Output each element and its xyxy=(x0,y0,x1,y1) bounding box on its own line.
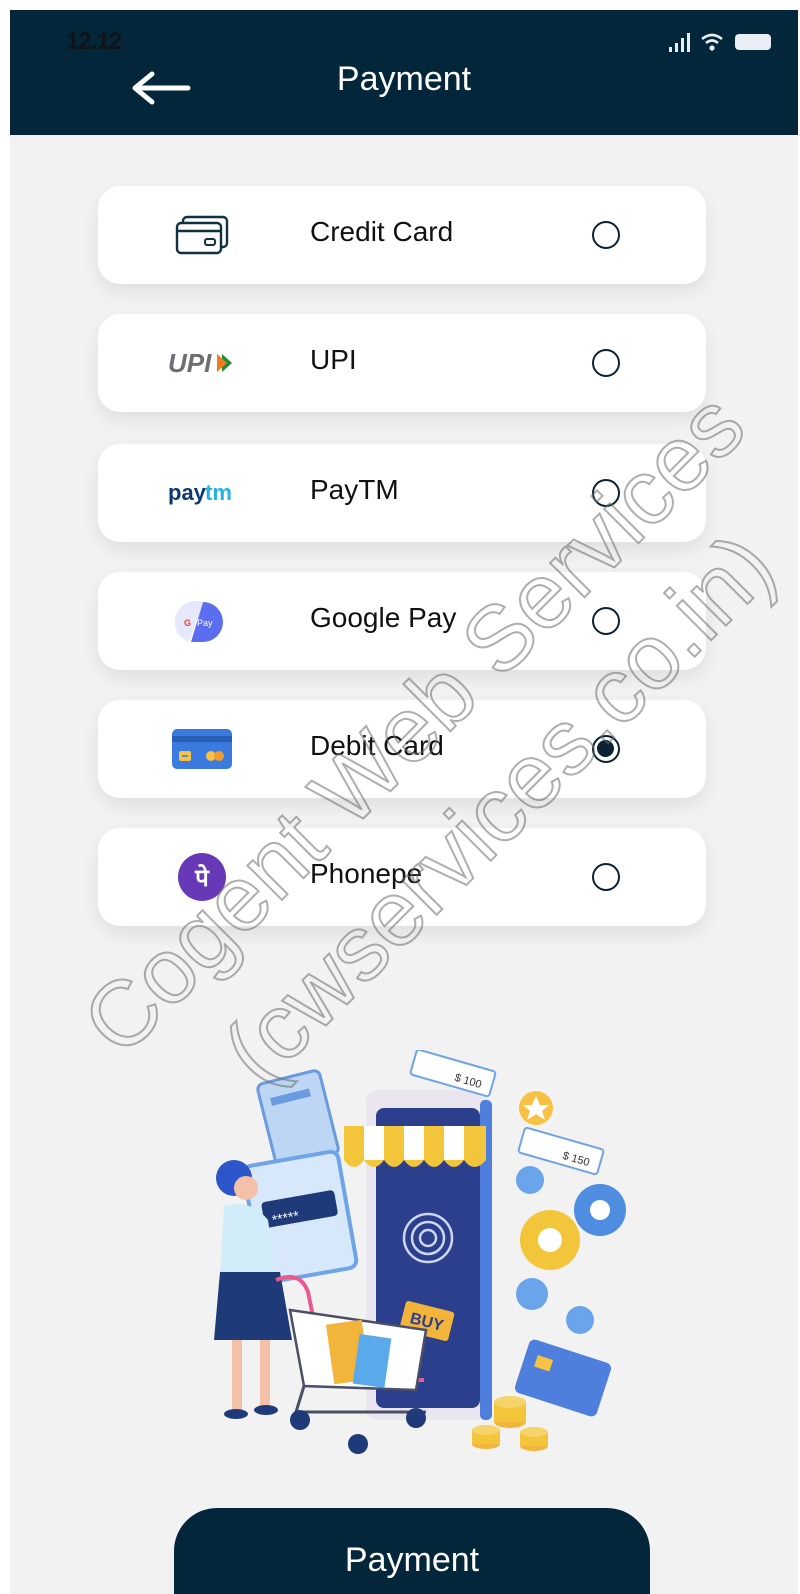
phonepe-logo-text: पे xyxy=(194,864,210,892)
payment-option-google-pay[interactable]: G Pay Google Pay xyxy=(98,572,706,670)
phonepe-logo: पे xyxy=(178,853,226,901)
option-label: Credit Card xyxy=(310,216,454,247)
payment-option-upi[interactable]: UPI UPI xyxy=(98,314,706,412)
option-label: Google Pay xyxy=(310,602,457,633)
status-icons xyxy=(669,32,772,52)
payment-option-credit-card[interactable]: Credit Card xyxy=(98,186,706,284)
page-title: Payment xyxy=(336,60,472,98)
battery-icon xyxy=(735,34,771,50)
debit-card-icon xyxy=(172,729,232,769)
radio-debit-card[interactable] xyxy=(592,735,620,763)
wifi-icon xyxy=(701,33,723,51)
payment-option-debit-card[interactable]: Debit Card xyxy=(98,700,706,798)
option-label: Phonepe xyxy=(310,858,423,889)
gpay-logo-text-b: Pay xyxy=(197,618,213,628)
option-label: UPI xyxy=(310,344,357,375)
credit-card-icon xyxy=(175,215,229,255)
payment-option-phonepe[interactable]: पे Phonepe xyxy=(98,828,706,926)
paytm-logo-text-a: pay xyxy=(168,480,207,505)
radio-google-pay[interactable] xyxy=(592,607,620,635)
option-label: PayTM xyxy=(310,474,399,505)
payment-option-paytm[interactable]: pay tm PayTM xyxy=(98,444,706,542)
radio-phonepe[interactable] xyxy=(592,863,620,891)
radio-upi[interactable] xyxy=(592,349,620,377)
radio-paytm[interactable] xyxy=(592,479,620,507)
google-pay-logo: G Pay xyxy=(175,600,223,642)
option-label: Debit Card xyxy=(310,730,444,761)
upi-logo: UPI xyxy=(168,348,232,378)
payment-button[interactable]: Payment xyxy=(174,1508,650,1594)
signal-icon xyxy=(669,32,690,52)
radio-credit-card[interactable] xyxy=(592,221,620,249)
shopping-illustration: ***** BUY $ 100 $ 150 xyxy=(214,1050,626,1454)
upi-logo-text: UPI xyxy=(168,348,212,378)
payment-screen: 12.12 Payment Credit Card UPI UPI pay tm… xyxy=(10,10,798,1594)
status-time: 12.12 xyxy=(66,28,122,55)
paytm-logo-text-b: tm xyxy=(205,480,232,505)
paytm-logo: pay tm xyxy=(168,480,232,505)
gpay-logo-text-a: G xyxy=(184,618,191,628)
app-header: 12.12 Payment xyxy=(10,10,798,135)
